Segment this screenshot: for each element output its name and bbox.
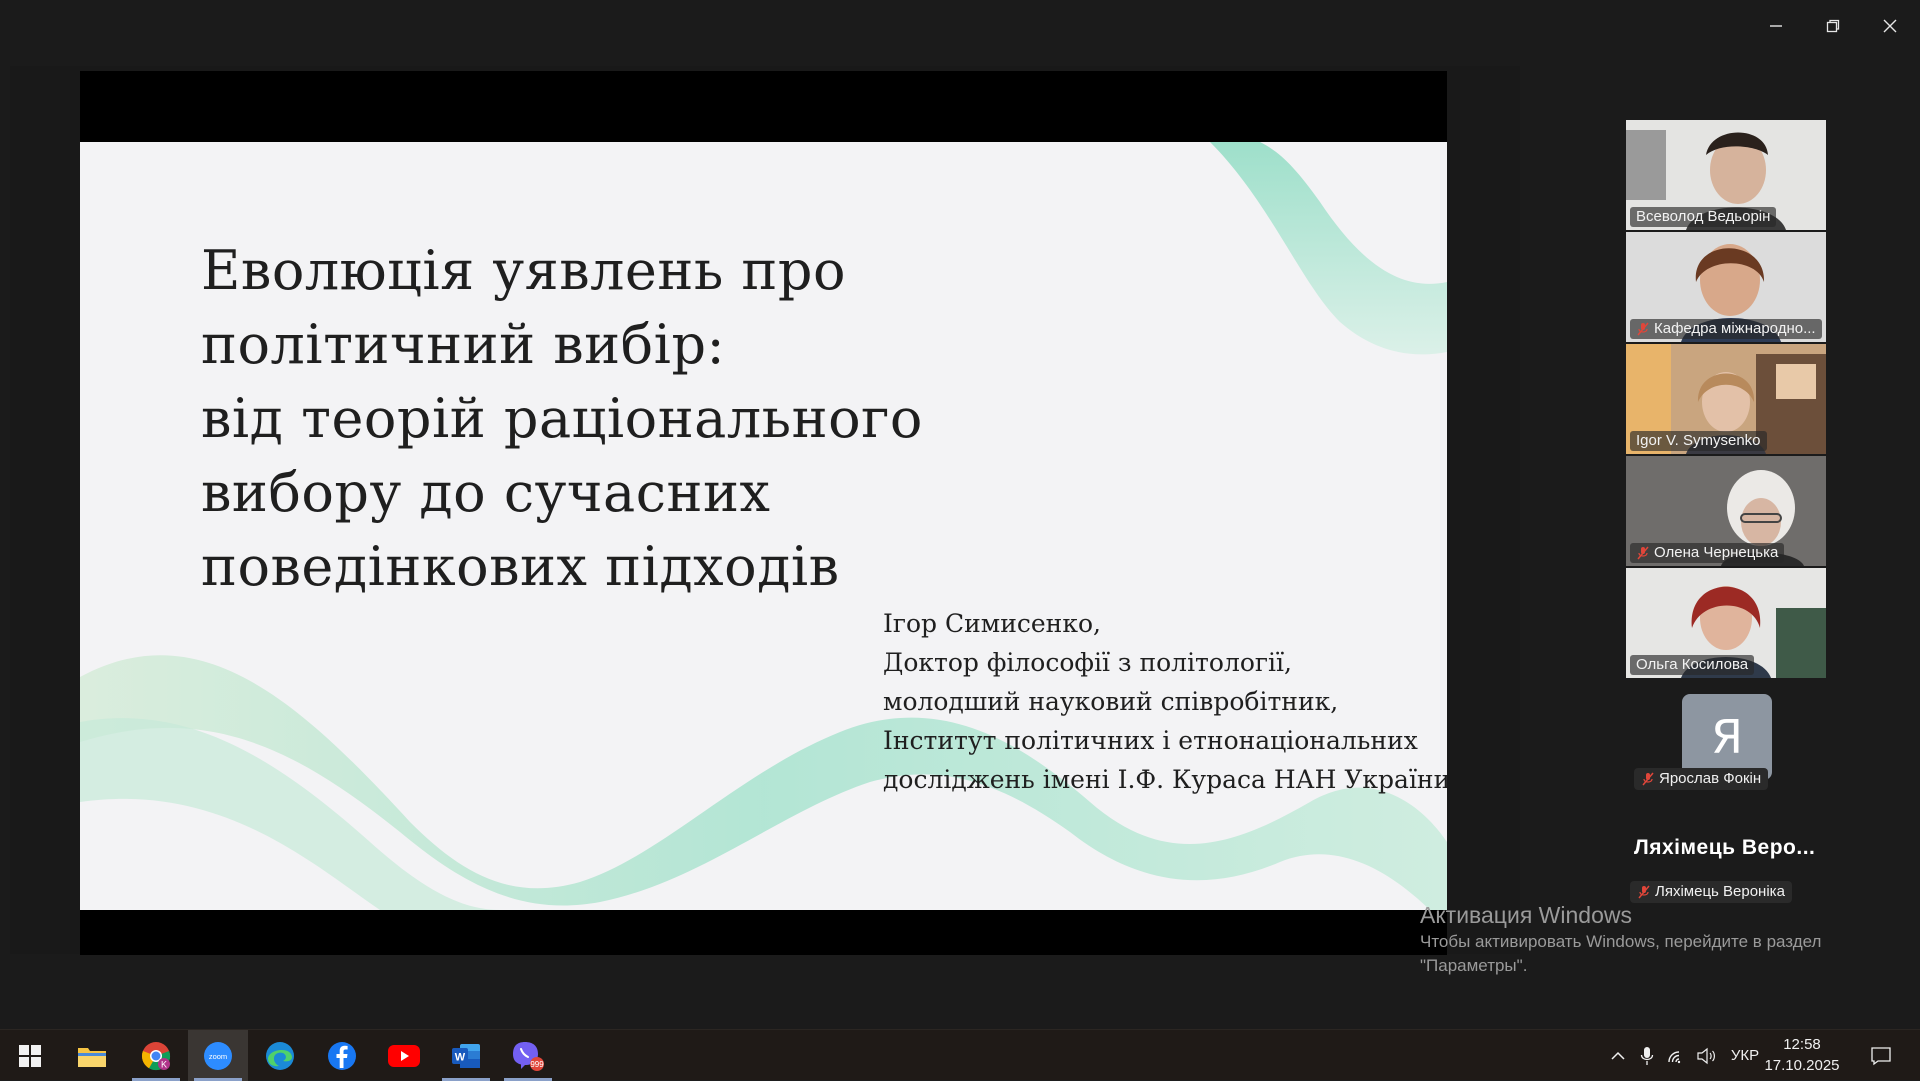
- taskbar-youtube[interactable]: [374, 1030, 434, 1081]
- edge-icon: [266, 1041, 294, 1070]
- svg-text:W: W: [455, 1051, 466, 1063]
- minimize-icon: [1770, 25, 1782, 27]
- microphone-icon: [1640, 1046, 1654, 1065]
- chrome-icon: K: [141, 1041, 171, 1070]
- taskbar-facebook[interactable]: [312, 1030, 372, 1081]
- tray-overflow-button[interactable]: [1605, 1030, 1631, 1081]
- tray-language[interactable]: УКР: [1728, 1030, 1762, 1081]
- taskbar-zoom[interactable]: zoom: [188, 1030, 248, 1081]
- author-line: Ігор Симисенко,: [883, 609, 1101, 638]
- zoom-icon-label: zoom: [209, 1052, 227, 1061]
- participant-name: Igor V. Symysenko: [1636, 432, 1761, 449]
- taskbar-clock[interactable]: 12:58 17.10.2025: [1762, 1034, 1842, 1076]
- participant-name-label: Олена Чернецька: [1630, 543, 1785, 563]
- chevron-up-icon: [1611, 1051, 1625, 1060]
- slide-title-line: Еволюція уявлень про: [201, 239, 847, 302]
- mic-muted-icon: [1642, 772, 1654, 786]
- participant-name-label: Всеволод Ведьорін: [1630, 207, 1777, 227]
- viber-notification-badge: 999: [530, 1060, 544, 1069]
- speaker-icon: [1697, 1047, 1715, 1064]
- zoom-icon: zoom: [204, 1041, 232, 1070]
- participant-name: Ольга Косилова: [1636, 656, 1749, 673]
- author-line: Інститут політичних і етнонаціональних: [883, 726, 1418, 755]
- participant-name: Всеволод Ведьорін: [1636, 208, 1771, 225]
- author-line: Доктор філософії з політології,: [883, 648, 1292, 677]
- viber-icon: 999: [513, 1041, 544, 1071]
- taskbar-viber[interactable]: 999: [498, 1030, 558, 1081]
- participant-name-label: Ярослав Фокін: [1634, 768, 1769, 790]
- slide-title-line: від теорій раціонального: [201, 387, 923, 450]
- participant-name: Ярослав Фокін: [1659, 770, 1762, 787]
- mic-muted-icon: [1637, 546, 1649, 560]
- participant-video-tile[interactable]: Кафедра міжнародно...: [1626, 232, 1826, 342]
- minimize-button[interactable]: [1756, 8, 1796, 44]
- tray-notifications[interactable]: [1864, 1030, 1898, 1081]
- participant-name: Кафедра міжнародно...: [1654, 320, 1816, 337]
- mic-muted-icon: [1638, 885, 1650, 899]
- taskbar-word[interactable]: W: [436, 1030, 496, 1081]
- author-line: молодший науковий співробітник,: [883, 687, 1339, 716]
- participant-name: Олена Чернецька: [1654, 544, 1779, 561]
- taskbar-chrome[interactable]: K: [126, 1030, 186, 1081]
- facebook-icon: [328, 1041, 356, 1070]
- slide-title-line: політичний вибір:: [201, 313, 726, 376]
- activation-title: Активация Windows: [1420, 902, 1632, 928]
- title-bar: [0, 0, 1920, 52]
- activation-line: Чтобы активировать Windows, перейдите в …: [1420, 932, 1822, 951]
- windows-activation-watermark: Активация Windows Чтобы активировать Win…: [1420, 900, 1821, 978]
- zoom-window: Еволюція уявлень про політичний вибір: в…: [0, 0, 1920, 1029]
- slide-title: Еволюція уявлень про політичний вибір: в…: [201, 234, 961, 604]
- tray-network[interactable]: [1664, 1030, 1690, 1081]
- slide-author-block: Ігор Симисенко, Доктор філософії з політ…: [883, 604, 1447, 799]
- participant-video-tile[interactable]: Всеволод Ведьорін: [1626, 120, 1826, 230]
- activation-line: "Параметры".: [1420, 956, 1528, 975]
- participant-video-tile-active-speaker[interactable]: Igor V. Symysenko: [1626, 344, 1826, 454]
- slide-title-line: поведінкових підходів: [201, 535, 840, 598]
- word-icon: W: [452, 1043, 480, 1068]
- tray-volume[interactable]: [1693, 1030, 1719, 1081]
- close-button[interactable]: [1870, 8, 1910, 44]
- slide-title-line: вибору до сучасних: [201, 461, 771, 524]
- file-explorer-icon: [78, 1047, 106, 1067]
- participant-video-tile[interactable]: Ольга Косилова: [1626, 568, 1826, 678]
- close-icon: [1883, 19, 1897, 33]
- chrome-profile-badge: K: [161, 1059, 167, 1069]
- restore-button[interactable]: [1813, 8, 1853, 44]
- shared-presentation: Еволюція уявлень про політичний вибір: в…: [80, 71, 1447, 955]
- participant-display-name[interactable]: Ляхімець Веро...: [1634, 836, 1815, 860]
- restore-icon: [1826, 19, 1840, 33]
- wifi-icon: [1668, 1050, 1681, 1063]
- participant-name-label: Ольга Косилова: [1630, 655, 1755, 675]
- notification-center-icon: [1871, 1046, 1891, 1065]
- participant-name-label: Igor V. Symysenko: [1630, 431, 1767, 451]
- taskbar-edge[interactable]: [250, 1030, 310, 1081]
- start-button[interactable]: [0, 1030, 60, 1081]
- clock-time: 12:58: [1783, 1036, 1821, 1053]
- windows-taskbar: K zoom W 999 УКР 12:58 17.10.2025: [0, 1029, 1920, 1081]
- presentation-slide: Еволюція уявлень про політичний вибір: в…: [80, 142, 1447, 910]
- clock-date: 17.10.2025: [1764, 1057, 1840, 1074]
- tray-microphone[interactable]: [1636, 1030, 1658, 1081]
- participant-name-label: Кафедра міжнародно...: [1630, 319, 1822, 339]
- participant-video-tile[interactable]: Олена Чернецька: [1626, 456, 1826, 566]
- youtube-icon: [388, 1044, 420, 1067]
- mic-muted-icon: [1637, 322, 1649, 336]
- taskbar-file-explorer[interactable]: [62, 1030, 122, 1081]
- author-line: досліджень імені І.Ф. Кураса НАН України: [883, 765, 1447, 794]
- windows-start-icon: [19, 1044, 41, 1067]
